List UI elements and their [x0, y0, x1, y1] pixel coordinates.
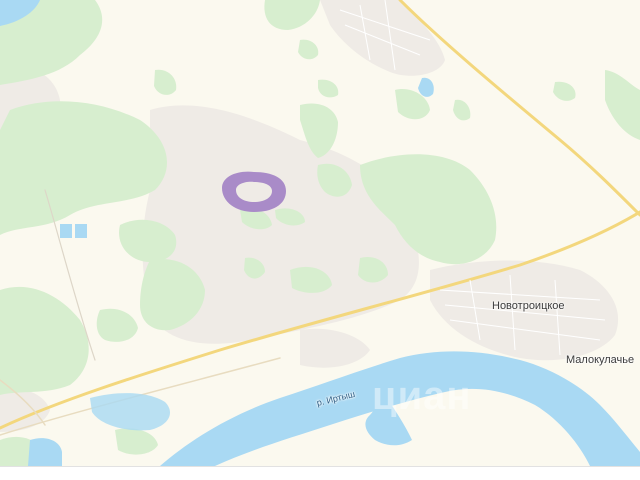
village-label-malokulachye: Малокулачье: [566, 354, 635, 366]
bottom-strip: [0, 466, 640, 480]
watermark-logo: циан: [372, 374, 472, 418]
map-viewport[interactable]: Новотроицкое Малокулачье р. Иртыш циан: [0, 0, 640, 466]
village-label-novotroitskoe: Новотроицкое: [492, 300, 565, 312]
